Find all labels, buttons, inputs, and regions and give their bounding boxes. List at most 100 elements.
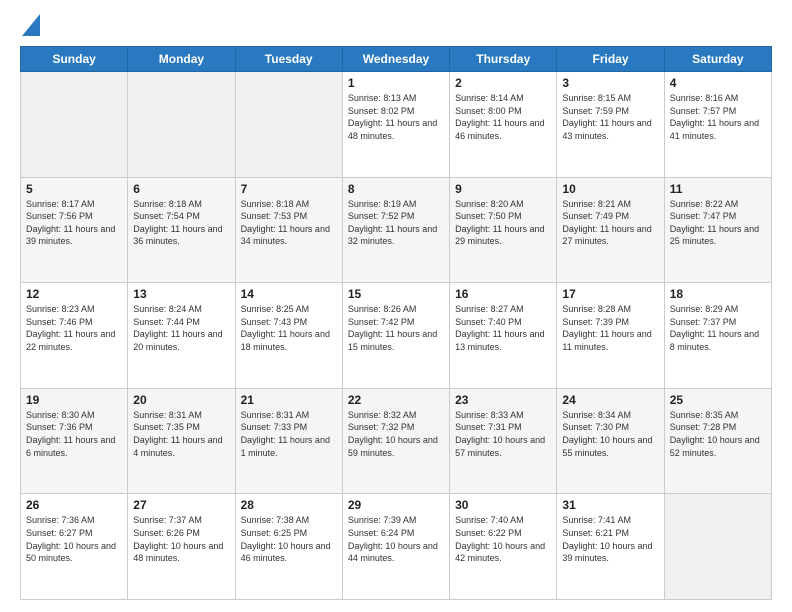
- calendar-cell: 16 Sunrise: 8:27 AM Sunset: 7:40 PM Dayli…: [450, 283, 557, 389]
- calendar-cell: 10Sunrise: 8:21 AM Sunset: 7:49 PM Dayli…: [557, 177, 664, 283]
- day-number: 17: [562, 287, 658, 301]
- day-number: 27: [133, 498, 229, 512]
- calendar-cell: 3Sunrise: 8:15 AM Sunset: 7:59 PM Daylig…: [557, 72, 664, 178]
- calendar-cell: [235, 72, 342, 178]
- calendar-week-row: 26 Sunrise: 7:36 AM Sunset: 6:27 PM Dayli…: [21, 494, 772, 600]
- calendar-cell: 25 Sunrise: 8:35 AM Sunset: 7:28 PM Dayli…: [664, 388, 771, 494]
- day-info: Sunrise: 8:33 AM Sunset: 7:31 PM Dayligh…: [455, 409, 551, 459]
- calendar-cell: 13 Sunrise: 8:24 AM Sunset: 7:44 PM Dayli…: [128, 283, 235, 389]
- day-info: Sunrise: 8:24 AM Sunset: 7:44 PM Dayligh…: [133, 303, 229, 353]
- logo: [20, 16, 40, 36]
- day-info: Sunrise: 8:35 AM Sunset: 7:28 PM Dayligh…: [670, 409, 766, 459]
- day-number: 25: [670, 393, 766, 407]
- calendar-week-row: 5 Sunrise: 8:17 AM Sunset: 7:56 PM Daylig…: [21, 177, 772, 283]
- day-info: Sunrise: 7:38 AM Sunset: 6:25 PM Dayligh…: [241, 514, 337, 564]
- day-info: Sunrise: 8:18 AM Sunset: 7:53 PM Dayligh…: [241, 198, 337, 248]
- calendar-cell: 30 Sunrise: 7:40 AM Sunset: 6:22 PM Dayli…: [450, 494, 557, 600]
- day-number: 15: [348, 287, 444, 301]
- day-number: 1: [348, 76, 444, 90]
- day-info: Sunrise: 8:17 AM Sunset: 7:56 PM Dayligh…: [26, 198, 122, 248]
- day-info: Sunrise: 8:15 AM Sunset: 7:59 PM Dayligh…: [562, 92, 658, 142]
- day-number: 29: [348, 498, 444, 512]
- day-info: Sunrise: 8:34 AM Sunset: 7:30 PM Dayligh…: [562, 409, 658, 459]
- day-info: Sunrise: 8:18 AM Sunset: 7:54 PM Dayligh…: [133, 198, 229, 248]
- day-info: Sunrise: 8:19 AM Sunset: 7:52 PM Dayligh…: [348, 198, 444, 248]
- day-info: Sunrise: 7:40 AM Sunset: 6:22 PM Dayligh…: [455, 514, 551, 564]
- logo-triangle-icon: [22, 14, 40, 36]
- calendar-cell: 24Sunrise: 8:34 AM Sunset: 7:30 PM Dayli…: [557, 388, 664, 494]
- day-number: 19: [26, 393, 122, 407]
- day-number: 2: [455, 76, 551, 90]
- day-number: 30: [455, 498, 551, 512]
- weekday-header-wednesday: Wednesday: [342, 47, 449, 72]
- calendar-cell: 4Sunrise: 8:16 AM Sunset: 7:57 PM Daylig…: [664, 72, 771, 178]
- day-info: Sunrise: 7:39 AM Sunset: 6:24 PM Dayligh…: [348, 514, 444, 564]
- weekday-header-thursday: Thursday: [450, 47, 557, 72]
- day-number: 18: [670, 287, 766, 301]
- day-number: 12: [26, 287, 122, 301]
- calendar-cell: 21 Sunrise: 8:31 AM Sunset: 7:33 PM Dayli…: [235, 388, 342, 494]
- day-number: 16: [455, 287, 551, 301]
- calendar-table: SundayMondayTuesdayWednesdayThursdayFrid…: [20, 46, 772, 600]
- calendar-cell: 14Sunrise: 8:25 AM Sunset: 7:43 PM Dayli…: [235, 283, 342, 389]
- day-number: 10: [562, 182, 658, 196]
- day-info: Sunrise: 8:14 AM Sunset: 8:00 PM Dayligh…: [455, 92, 551, 142]
- day-info: Sunrise: 8:31 AM Sunset: 7:35 PM Dayligh…: [133, 409, 229, 459]
- day-number: 14: [241, 287, 337, 301]
- weekday-header-saturday: Saturday: [664, 47, 771, 72]
- header: [20, 16, 772, 36]
- day-number: 8: [348, 182, 444, 196]
- day-info: Sunrise: 8:32 AM Sunset: 7:32 PM Dayligh…: [348, 409, 444, 459]
- weekday-header-tuesday: Tuesday: [235, 47, 342, 72]
- day-info: Sunrise: 8:29 AM Sunset: 7:37 PM Dayligh…: [670, 303, 766, 353]
- day-info: Sunrise: 7:41 AM Sunset: 6:21 PM Dayligh…: [562, 514, 658, 564]
- calendar-cell: 27Sunrise: 7:37 AM Sunset: 6:26 PM Dayli…: [128, 494, 235, 600]
- calendar-cell: 12 Sunrise: 8:23 AM Sunset: 7:46 PM Dayli…: [21, 283, 128, 389]
- calendar-cell: 28 Sunrise: 7:38 AM Sunset: 6:25 PM Dayli…: [235, 494, 342, 600]
- day-number: 6: [133, 182, 229, 196]
- day-number: 13: [133, 287, 229, 301]
- calendar-cell: 17 Sunrise: 8:28 AM Sunset: 7:39 PM Dayli…: [557, 283, 664, 389]
- page: SundayMondayTuesdayWednesdayThursdayFrid…: [0, 0, 792, 612]
- calendar-cell: 18 Sunrise: 8:29 AM Sunset: 7:37 PM Dayli…: [664, 283, 771, 389]
- day-number: 21: [241, 393, 337, 407]
- day-info: Sunrise: 8:27 AM Sunset: 7:40 PM Dayligh…: [455, 303, 551, 353]
- calendar-cell: [664, 494, 771, 600]
- weekday-header-row: SundayMondayTuesdayWednesdayThursdayFrid…: [21, 47, 772, 72]
- day-number: 22: [348, 393, 444, 407]
- calendar-cell: 7Sunrise: 8:18 AM Sunset: 7:53 PM Daylig…: [235, 177, 342, 283]
- calendar-cell: [128, 72, 235, 178]
- day-info: Sunrise: 8:13 AM Sunset: 8:02 PM Dayligh…: [348, 92, 444, 142]
- day-info: Sunrise: 8:23 AM Sunset: 7:46 PM Dayligh…: [26, 303, 122, 353]
- calendar-cell: 1 Sunrise: 8:13 AM Sunset: 8:02 PM Daylig…: [342, 72, 449, 178]
- day-number: 5: [26, 182, 122, 196]
- calendar-cell: 9 Sunrise: 8:20 AM Sunset: 7:50 PM Daylig…: [450, 177, 557, 283]
- day-info: Sunrise: 8:20 AM Sunset: 7:50 PM Dayligh…: [455, 198, 551, 248]
- calendar-cell: [21, 72, 128, 178]
- calendar-cell: 5 Sunrise: 8:17 AM Sunset: 7:56 PM Daylig…: [21, 177, 128, 283]
- day-number: 26: [26, 498, 122, 512]
- calendar-week-row: 19Sunrise: 8:30 AM Sunset: 7:36 PM Dayli…: [21, 388, 772, 494]
- calendar-cell: 11 Sunrise: 8:22 AM Sunset: 7:47 PM Dayli…: [664, 177, 771, 283]
- calendar-cell: 19Sunrise: 8:30 AM Sunset: 7:36 PM Dayli…: [21, 388, 128, 494]
- day-info: Sunrise: 7:36 AM Sunset: 6:27 PM Dayligh…: [26, 514, 122, 564]
- day-info: Sunrise: 8:22 AM Sunset: 7:47 PM Dayligh…: [670, 198, 766, 248]
- day-number: 4: [670, 76, 766, 90]
- calendar-week-row: 12 Sunrise: 8:23 AM Sunset: 7:46 PM Dayli…: [21, 283, 772, 389]
- day-number: 11: [670, 182, 766, 196]
- weekday-header-friday: Friday: [557, 47, 664, 72]
- day-info: Sunrise: 8:31 AM Sunset: 7:33 PM Dayligh…: [241, 409, 337, 459]
- weekday-header-sunday: Sunday: [21, 47, 128, 72]
- calendar-cell: 6 Sunrise: 8:18 AM Sunset: 7:54 PM Daylig…: [128, 177, 235, 283]
- day-number: 9: [455, 182, 551, 196]
- calendar-cell: 20 Sunrise: 8:31 AM Sunset: 7:35 PM Dayli…: [128, 388, 235, 494]
- day-info: Sunrise: 8:26 AM Sunset: 7:42 PM Dayligh…: [348, 303, 444, 353]
- day-info: Sunrise: 8:28 AM Sunset: 7:39 PM Dayligh…: [562, 303, 658, 353]
- calendar-cell: 2 Sunrise: 8:14 AM Sunset: 8:00 PM Daylig…: [450, 72, 557, 178]
- calendar-cell: 15 Sunrise: 8:26 AM Sunset: 7:42 PM Dayli…: [342, 283, 449, 389]
- day-number: 20: [133, 393, 229, 407]
- calendar-cell: 29 Sunrise: 7:39 AM Sunset: 6:24 PM Dayli…: [342, 494, 449, 600]
- weekday-header-monday: Monday: [128, 47, 235, 72]
- day-number: 28: [241, 498, 337, 512]
- calendar-cell: 26 Sunrise: 7:36 AM Sunset: 6:27 PM Dayli…: [21, 494, 128, 600]
